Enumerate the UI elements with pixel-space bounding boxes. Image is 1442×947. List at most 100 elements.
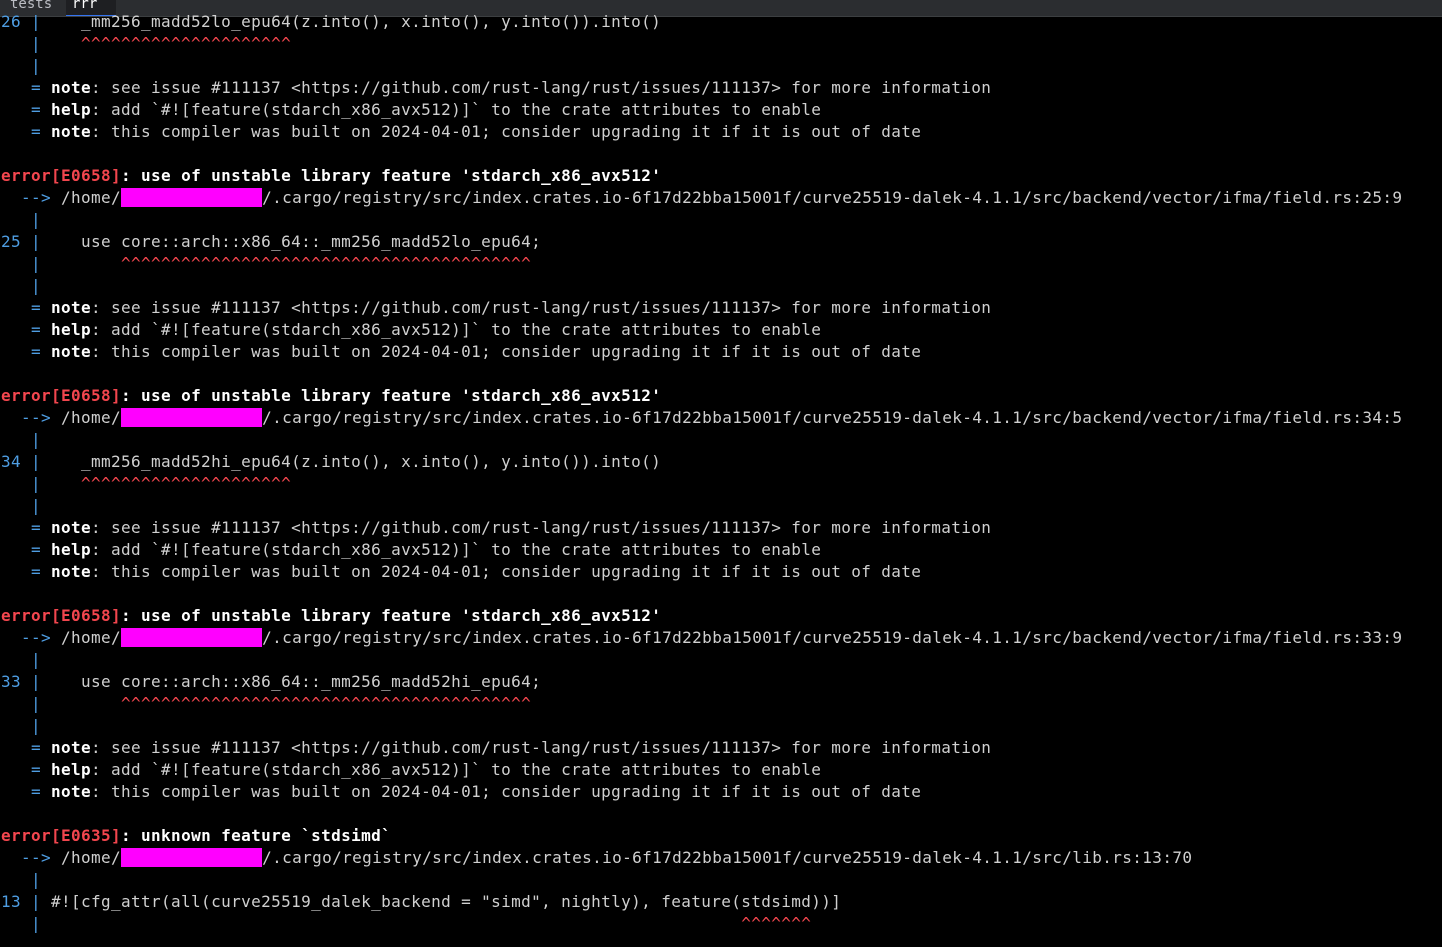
terminal-line-note: = note: see issue #111137 <https://githu… bbox=[1, 517, 991, 539]
path-prefix: /home/ bbox=[61, 848, 122, 867]
terminal-line-code: 25 | use core::arch::x86_64::_mm256_madd… bbox=[1, 231, 541, 253]
error-caret-marker: ^^^^^^^^^^^^^^^^^^^^^ bbox=[41, 474, 292, 493]
note-text: : add `#![feature(stdarch_x86_avx512)]` … bbox=[91, 100, 822, 119]
gutter-pipe: | bbox=[1, 496, 42, 515]
terminal-line-pipe: | bbox=[1, 275, 41, 297]
note-label: note bbox=[51, 298, 92, 317]
note-prefix: = bbox=[1, 562, 52, 581]
gutter-pipe: | bbox=[1, 34, 42, 53]
terminal-line-arrow: --> /home/ /.cargo/registry/src/index.cra… bbox=[1, 407, 1402, 429]
terminal-line-arrow: --> /home/ /.cargo/registry/src/index.cra… bbox=[1, 187, 1402, 209]
source-code: #![cfg_attr(all(curve25519_dalek_backend… bbox=[41, 892, 842, 911]
terminal-line-note: = note: this compiler was built on 2024-… bbox=[1, 341, 921, 363]
note-prefix: = bbox=[1, 738, 52, 757]
terminal-line-caret: | ^^^^^^^^^^^^^^^^^^^^^ bbox=[1, 33, 291, 55]
terminal-line-note: = note: this compiler was built on 2024-… bbox=[1, 561, 921, 583]
terminal-line-code: 26 | _mm256_madd52lo_epu64(z.into(), x.i… bbox=[1, 11, 661, 33]
note-text: : add `#![feature(stdarch_x86_avx512)]` … bbox=[91, 760, 822, 779]
note-label: note bbox=[51, 782, 92, 801]
terminal-line-pipe: | bbox=[1, 429, 41, 451]
note-label: help bbox=[51, 540, 92, 559]
path-prefix: /home/ bbox=[61, 628, 122, 647]
location-arrow: --> bbox=[1, 188, 62, 207]
terminal-line-error: error[E0658]: use of unstable library fe… bbox=[1, 605, 661, 627]
note-label: note bbox=[51, 738, 92, 757]
source-code: use core::arch::x86_64::_mm256_madd52lo_… bbox=[41, 232, 542, 251]
note-prefix: = bbox=[1, 342, 52, 361]
terminal-line-note: = note: this compiler was built on 2024-… bbox=[1, 121, 921, 143]
gutter-pipe: | bbox=[1, 276, 42, 295]
path-prefix: /home/ bbox=[61, 188, 122, 207]
gutter-pipe: | bbox=[1, 210, 42, 229]
line-number-gutter: 33 | bbox=[1, 672, 42, 691]
gutter-pipe: | bbox=[1, 914, 42, 933]
terminal-line-note: = help: add `#![feature(stdarch_x86_avx5… bbox=[1, 319, 821, 341]
note-label: help bbox=[51, 320, 92, 339]
line-number-gutter: 25 | bbox=[1, 232, 42, 251]
file-path: /.cargo/registry/src/index.crates.io-6f1… bbox=[262, 188, 1403, 207]
note-text: : add `#![feature(stdarch_x86_avx512)]` … bbox=[91, 320, 822, 339]
terminal-line-pipe: | bbox=[1, 649, 41, 671]
error-code: error[E0658] bbox=[1, 606, 122, 625]
terminal-line-pipe: | bbox=[1, 715, 41, 737]
note-label: note bbox=[51, 78, 92, 97]
note-text: : this compiler was built on 2024-04-01;… bbox=[91, 122, 922, 141]
terminal-line-arrow: --> /home/ /.cargo/registry/src/index.cra… bbox=[1, 627, 1402, 649]
redacted-username bbox=[121, 628, 263, 647]
terminal-line-arrow: --> /home/ /.cargo/registry/src/index.cra… bbox=[1, 847, 1192, 869]
gutter-pipe: | bbox=[1, 474, 42, 493]
error-code: error[E0658] bbox=[1, 386, 122, 405]
gutter-pipe: | bbox=[1, 870, 42, 889]
terminal-line-note: = help: add `#![feature(stdarch_x86_avx5… bbox=[1, 99, 821, 121]
error-caret-marker: ^^^^^^^^^^^^^^^^^^^^^ bbox=[41, 34, 292, 53]
location-arrow: --> bbox=[1, 848, 62, 867]
terminal-line-note: = help: add `#![feature(stdarch_x86_avx5… bbox=[1, 539, 821, 561]
note-label: note bbox=[51, 122, 92, 141]
error-code: error[E0635] bbox=[1, 826, 122, 845]
path-prefix: /home/ bbox=[61, 408, 122, 427]
note-prefix: = bbox=[1, 540, 52, 559]
terminal-line-pipe: | bbox=[1, 55, 41, 77]
note-text: : see issue #111137 <https://github.com/… bbox=[91, 78, 992, 97]
gutter-pipe: | bbox=[1, 716, 42, 735]
terminal-line-error: error[E0658]: use of unstable library fe… bbox=[1, 165, 661, 187]
file-path: /.cargo/registry/src/index.crates.io-6f1… bbox=[262, 408, 1403, 427]
terminal-line-caret: | ^^^^^^^^^^^^^^^^^^^^^^^^^^^^^^^^^^^^^^… bbox=[1, 693, 531, 715]
terminal-line-caret: | ^^^^^^^^^^^^^^^^^^^^^ bbox=[1, 473, 291, 495]
note-prefix: = bbox=[1, 518, 52, 537]
gutter-pipe: | bbox=[1, 254, 42, 273]
note-text: : see issue #111137 <https://github.com/… bbox=[91, 518, 992, 537]
terminal-output[interactable]: 26 | _mm256_madd52lo_epu64(z.into(), x.i… bbox=[1, 0, 1442, 947]
note-text: : this compiler was built on 2024-04-01;… bbox=[91, 562, 922, 581]
note-label: note bbox=[51, 342, 92, 361]
gutter-pipe: | bbox=[1, 650, 42, 669]
terminal-line-note: = note: see issue #111137 <https://githu… bbox=[1, 737, 991, 759]
file-path: /.cargo/registry/src/index.crates.io-6f1… bbox=[262, 628, 1403, 647]
source-code: use core::arch::x86_64::_mm256_madd52hi_… bbox=[41, 672, 542, 691]
note-label: note bbox=[51, 518, 92, 537]
note-prefix: = bbox=[1, 320, 52, 339]
line-number-gutter: 13 | bbox=[1, 892, 42, 911]
terminal-line-pipe: | bbox=[1, 209, 41, 231]
redacted-username bbox=[121, 408, 263, 427]
note-label: note bbox=[51, 562, 92, 581]
terminal-line-caret: | ^^^^^^^^^^^^^^^^^^^^^^^^^^^^^^^^^^^^^^… bbox=[1, 253, 531, 275]
redacted-username bbox=[121, 188, 263, 207]
source-code: _mm256_madd52lo_epu64(z.into(), x.into()… bbox=[41, 12, 662, 31]
gutter-pipe: | bbox=[1, 430, 42, 449]
note-text: : add `#![feature(stdarch_x86_avx512)]` … bbox=[91, 540, 822, 559]
error-message: : use of unstable library feature 'stdar… bbox=[121, 386, 662, 405]
note-text: : this compiler was built on 2024-04-01;… bbox=[91, 342, 922, 361]
terminal-line-note: = note: this compiler was built on 2024-… bbox=[1, 781, 921, 803]
note-text: : see issue #111137 <https://github.com/… bbox=[91, 738, 992, 757]
terminal-line-caret: | ^^^^^^^ bbox=[1, 913, 811, 935]
note-label: help bbox=[51, 760, 92, 779]
terminal-line-note: = note: see issue #111137 <https://githu… bbox=[1, 77, 991, 99]
error-caret-marker: ^^^^^^^^^^^^^^^^^^^^^^^^^^^^^^^^^^^^^^^^… bbox=[41, 694, 532, 713]
note-prefix: = bbox=[1, 298, 52, 317]
note-label: help bbox=[51, 100, 92, 119]
error-message: : use of unstable library feature 'stdar… bbox=[121, 166, 662, 185]
terminal-line-error: error[E0658]: use of unstable library fe… bbox=[1, 385, 661, 407]
note-prefix: = bbox=[1, 760, 52, 779]
note-prefix: = bbox=[1, 100, 52, 119]
